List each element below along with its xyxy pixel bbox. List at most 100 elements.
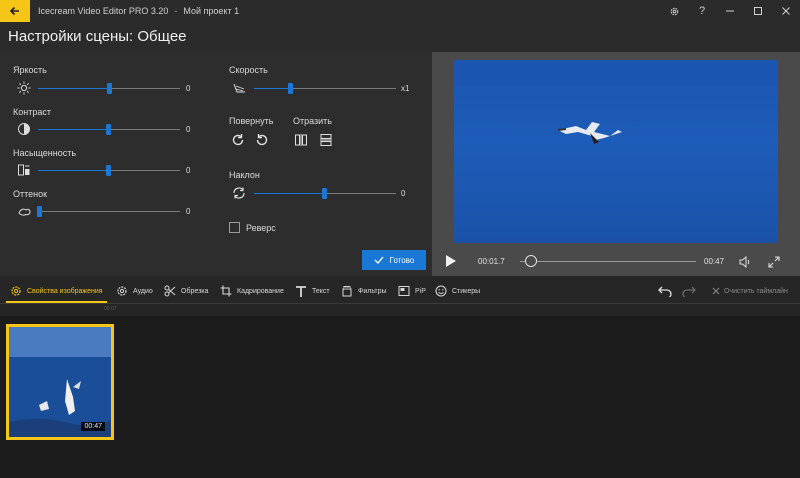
speed-label: Скорость [229,65,268,75]
tilt-icon [231,186,247,200]
tab-audio[interactable]: Аудио [116,283,153,299]
brightness-slider[interactable] [107,83,112,94]
window-controls: ? [660,0,800,22]
maximize-icon [754,7,762,15]
tab-pip[interactable]: PiP [398,283,426,299]
mirror-horizontal-button[interactable] [292,131,310,149]
help-button[interactable]: ? [688,0,716,22]
tilt-slider[interactable] [322,188,327,199]
scene-settings-header: Настройки сцены: Общее [0,22,800,52]
minimize-button[interactable] [716,0,744,22]
hue-slider[interactable] [37,206,42,217]
speaker-icon [739,255,750,269]
tab-label: Фильтры [358,287,387,295]
tab-label: PiP [415,287,426,295]
rotate-counterclockwise-icon [256,134,268,146]
saturation-track-fill [38,170,108,171]
rotate-clockwise-icon [232,134,244,146]
tab-label: Кадрирование [237,287,284,295]
contrast-track-fill [38,129,108,130]
mirror-horizontal-icon [295,134,307,146]
scissors-icon [164,285,176,297]
saturation-value: 0 [186,166,191,175]
close-icon [782,7,790,15]
bird-image [557,122,622,144]
saturation-icon [16,163,32,177]
close-icon [712,287,720,295]
player-controls: 00:01.7 00:47 [432,247,800,276]
tab-label: Свойства изображения [27,287,103,295]
brightness-label: Яркость [13,65,47,75]
saturation-track [108,170,180,171]
active-tab-indicator [6,301,107,303]
speed-value: x1 [401,84,410,93]
audio-icon [117,286,127,296]
gear-icon [11,286,21,296]
video-preview[interactable] [454,60,778,243]
tab-crop[interactable]: Кадрирование [220,283,284,299]
filter-icon [342,286,352,297]
tab-image-properties[interactable]: Свойства изображения [10,283,103,299]
mirror-vertical-icon [320,134,332,146]
maximize-button[interactable] [744,0,772,22]
preview-panel: 00:01.7 00:47 [432,52,800,276]
rotate-counterclockwise-button[interactable] [253,131,271,149]
seek-bar[interactable] [520,261,696,262]
seek-handle[interactable] [525,255,537,267]
volume-button[interactable] [739,255,751,273]
timeline-ruler[interactable]: 00:07 [0,304,800,316]
clear-timeline-button[interactable]: Очистить таймлайн [712,284,788,298]
tilt-value: 0 [401,189,406,198]
saturation-label: Насыщенность [13,148,77,158]
settings-button[interactable] [660,0,688,22]
back-button[interactable] [0,0,30,22]
clear-timeline-label: Очистить таймлайн [724,287,788,295]
tab-stickers[interactable]: Стикеры [435,283,480,299]
play-button[interactable] [445,254,457,273]
gear-icon [670,7,678,15]
total-time: 00:47 [704,257,725,266]
brightness-track [109,88,180,89]
tilt-track [324,193,396,194]
brightness-track-fill [38,88,109,89]
checkmark-icon [374,256,384,264]
contrast-value: 0 [186,125,191,134]
close-button[interactable] [772,0,800,22]
contrast-label: Контраст [13,107,51,117]
done-button[interactable]: Готово [362,250,426,270]
title-separator: - [174,6,178,16]
undo-button[interactable] [657,284,673,298]
fullscreen-button[interactable] [768,255,780,273]
tab-label: Стикеры [452,287,481,295]
expand-icon [768,256,780,268]
clip-thumbnail [9,327,111,437]
tab-label: Аудио [133,287,153,295]
crop-icon [220,285,232,297]
rotate-clockwise-button[interactable] [229,131,247,149]
tab-text[interactable]: Текст [295,283,330,299]
mirror-vertical-button[interactable] [317,131,335,149]
saturation-slider[interactable] [106,165,111,176]
clip-duration: 00:47 [81,422,105,431]
tab-filters[interactable]: Фильтры [341,283,387,299]
redo-button[interactable] [681,284,697,298]
speed-track [290,88,396,89]
page-title: Настройки сцены: Общее [8,28,187,45]
done-button-label: Готово [389,255,415,265]
current-time: 00:01.7 [478,257,505,266]
hue-label: Оттенок [13,189,48,199]
contrast-icon [16,122,32,136]
tab-trim[interactable]: Обрезка [164,283,208,299]
redo-icon [682,286,696,297]
speed-slider[interactable] [288,83,293,94]
text-icon [296,285,306,297]
rotate-label: Повернуть [229,116,274,126]
reverse-checkbox[interactable] [229,222,240,233]
title-bar: Icecream Video Editor PRO 3.20 - Мой про… [0,0,800,22]
timeline-clip[interactable]: 00:47 [6,324,114,440]
tab-label: Обрезка [181,287,209,295]
contrast-slider[interactable] [106,124,111,135]
tilt-track-fill [254,193,324,194]
tab-label: Текст [312,287,330,295]
minimize-icon [726,10,734,12]
